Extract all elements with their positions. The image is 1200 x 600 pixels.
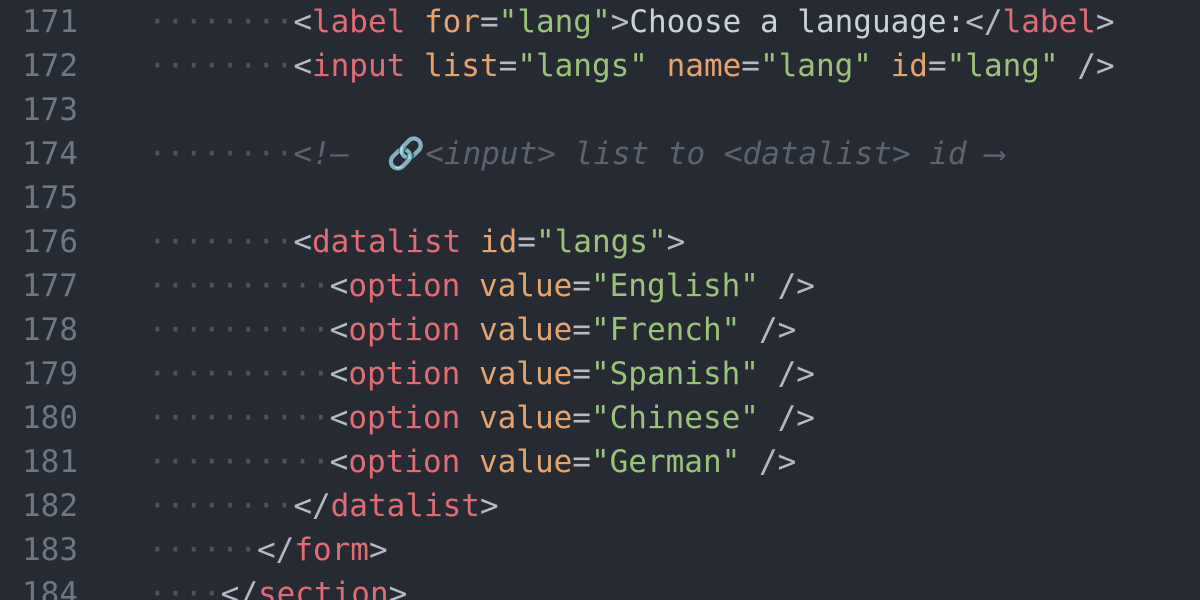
tag-name: option — [348, 400, 461, 436]
code-content: ········<label for="lang">Choose a langu… — [148, 4, 1115, 40]
attribute-value: "langs" — [535, 224, 667, 260]
attribute-value: "langs" — [517, 48, 648, 84]
indent-guide: ···· — [148, 576, 221, 600]
attribute-name: value — [478, 444, 573, 480]
indent-guide: ········ — [148, 224, 294, 260]
line-number: 175 — [22, 180, 78, 216]
line-number: 184 — [22, 576, 78, 600]
code-line-182[interactable]: 182 ········</datalist> — [0, 484, 1200, 528]
comment: <!— 🔗<input> list to <datalist> id ⟶ — [293, 136, 1004, 172]
code-line-175[interactable]: 175 — [0, 176, 1200, 220]
attribute-name: name — [666, 48, 742, 84]
line-number: 180 — [22, 400, 78, 436]
indent-guide: ·········· — [148, 444, 330, 480]
line-number: 181 — [22, 444, 78, 480]
line-number: 183 — [22, 532, 78, 568]
tag-name: input — [311, 48, 406, 84]
code-content: ··········<option value="German" /> — [148, 444, 797, 480]
attribute-name: value — [478, 400, 573, 436]
code-line-172[interactable]: 172 ········<input list="langs" name="la… — [0, 44, 1200, 88]
closing-tag-name: section — [257, 576, 389, 600]
attribute-name: value — [478, 268, 573, 304]
closing-tag-name: label — [1002, 4, 1096, 40]
code-line-171[interactable]: 171 ········<label for="lang">Choose a l… — [0, 0, 1200, 44]
closing-tag-name: datalist — [330, 488, 480, 524]
tag-name: label — [311, 4, 406, 40]
attribute-value: "lang" — [946, 48, 1059, 84]
code-line-178[interactable]: 178 ··········<option value="French" /> — [0, 308, 1200, 352]
code-content: ········<input list="langs" name="lang" … — [148, 48, 1115, 84]
indent-guide: ·········· — [148, 400, 330, 436]
indent-guide: ·········· — [148, 312, 330, 348]
closing-tag-name: form — [294, 532, 369, 568]
indent-guide: ·········· — [148, 268, 330, 304]
line-number: 174 — [22, 136, 78, 172]
indent-guide: ·········· — [148, 356, 330, 392]
attribute-value: "lang" — [498, 4, 611, 40]
code-editor[interactable]: 171 ········<label for="lang">Choose a l… — [0, 0, 1200, 600]
code-content: ······</form> — [148, 532, 388, 568]
line-number: 178 — [22, 312, 78, 348]
attribute-name: value — [478, 312, 573, 348]
code-line-184[interactable]: 184 ····</section> — [0, 572, 1200, 600]
attribute-value: "English" — [590, 268, 759, 304]
code-line-174[interactable]: 174 ········<!— 🔗<input> list to <datali… — [0, 132, 1200, 176]
code-content: ··········<option value="English" /> — [148, 268, 815, 304]
indent-guide: ········ — [148, 488, 294, 524]
line-number: 173 — [22, 92, 78, 128]
line-number: 177 — [22, 268, 78, 304]
line-number: 179 — [22, 356, 78, 392]
line-number: 182 — [22, 488, 78, 524]
line-number: 172 — [22, 48, 78, 84]
line-number: 176 — [22, 224, 78, 260]
code-line-179[interactable]: 179 ··········<option value="Spanish" /> — [0, 352, 1200, 396]
code-line-180[interactable]: 180 ··········<option value="Chinese" /> — [0, 396, 1200, 440]
tag-name: option — [348, 268, 461, 304]
attribute-value: "lang" — [759, 48, 872, 84]
tag-name: datalist — [311, 224, 462, 260]
attribute-value: "Spanish" — [590, 356, 759, 392]
code-line-173[interactable]: 173 — [0, 88, 1200, 132]
code-content: ··········<option value="Chinese" /> — [148, 400, 815, 436]
attribute-name: list — [423, 48, 499, 84]
code-content: ··········<option value="French" /> — [148, 312, 797, 348]
code-line-177[interactable]: 177 ··········<option value="English" /> — [0, 264, 1200, 308]
indent-guide: ········ — [148, 4, 294, 40]
line-number: 171 — [22, 4, 78, 40]
tag-name: option — [348, 444, 461, 480]
code-line-181[interactable]: 181 ··········<option value="German" /> — [0, 440, 1200, 484]
code-content: ········<datalist id="langs"> — [148, 224, 686, 260]
tag-name: option — [348, 312, 461, 348]
code-content: ········</datalist> — [148, 488, 499, 524]
code-line-183[interactable]: 183 ······</form> — [0, 528, 1200, 572]
attribute-name: id — [890, 48, 928, 84]
attribute-value: "German" — [590, 444, 741, 480]
tag-name: option — [348, 356, 461, 392]
attribute-value: "French" — [590, 312, 741, 348]
code-line-176[interactable]: 176 ········<datalist id="langs"> — [0, 220, 1200, 264]
code-content: ········<!— 🔗<input> list to <datalist> … — [148, 132, 1004, 176]
indent-guide: ······ — [148, 532, 257, 568]
attribute-name: value — [478, 356, 573, 392]
attribute-name: id — [479, 224, 518, 260]
indent-guide: ········ — [148, 136, 294, 172]
link-icon: 🔗 — [386, 136, 426, 172]
code-content: ····</section> — [148, 572, 407, 600]
attribute-value: "Chinese" — [590, 400, 759, 436]
indent-guide: ········ — [148, 48, 294, 84]
code-content: ··········<option value="Spanish" /> — [148, 356, 815, 392]
label-text: Choose a language: — [629, 4, 966, 40]
attribute-name: for — [423, 4, 480, 40]
